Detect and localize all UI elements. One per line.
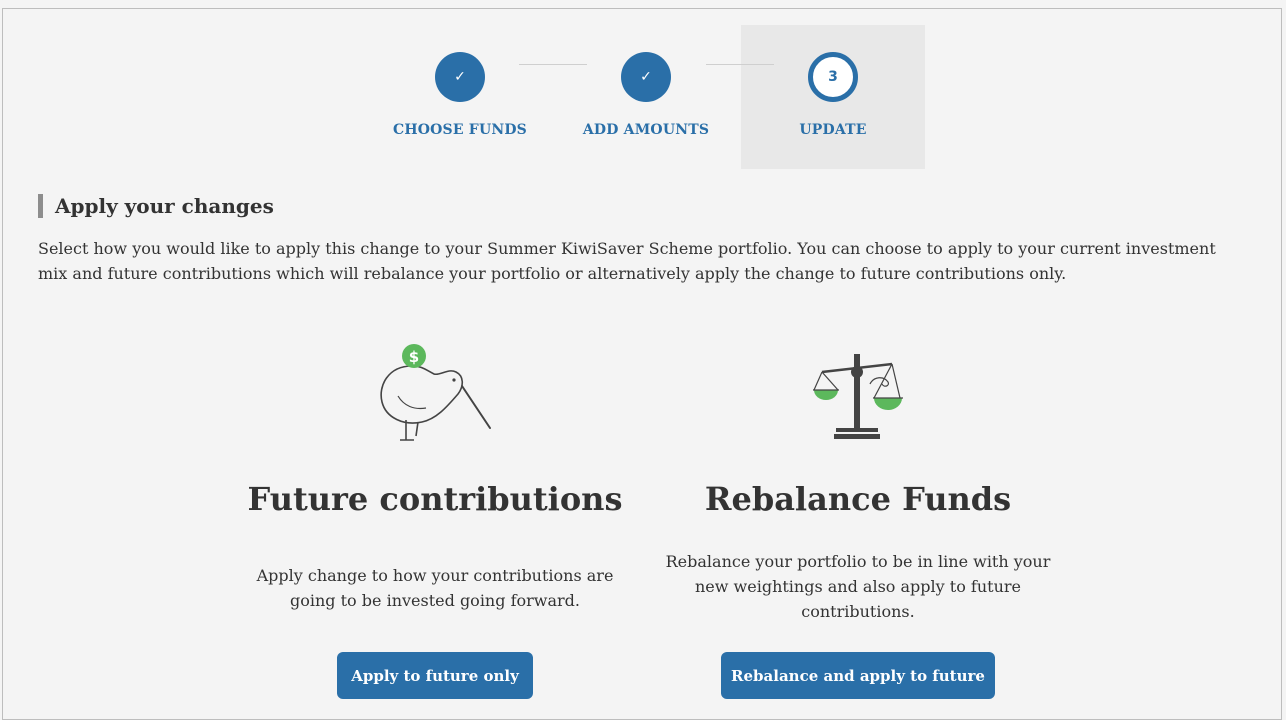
step-number: 3 xyxy=(808,52,858,102)
svg-text:$: $ xyxy=(409,348,419,366)
option-description: Apply change to how your contributions a… xyxy=(256,566,614,610)
step-choose-funds[interactable]: ✓ CHOOSE FUNDS xyxy=(367,52,553,138)
step-label: ADD AMOUNTS xyxy=(582,122,710,138)
section-title: Apply your changes xyxy=(38,194,274,218)
progress-stepper: ✓ CHOOSE FUNDS ✓ ADD AMOUNTS 3 UPDATE xyxy=(0,0,1286,170)
option-title: Rebalance Funds xyxy=(704,480,1012,518)
balance-scale-icon xyxy=(813,354,903,439)
rebalance-and-apply-button[interactable]: Rebalance and apply to future xyxy=(721,652,995,699)
intro-text: Select how you would like to apply this … xyxy=(38,239,1216,283)
check-icon: ✓ xyxy=(621,52,671,102)
step-label: CHOOSE FUNDS xyxy=(392,122,527,138)
option-description: Rebalance your portfolio to be in line w… xyxy=(665,552,1051,621)
option-title: Future contributions xyxy=(247,480,623,518)
step-update: 3 UPDATE xyxy=(740,52,926,138)
step-add-amounts[interactable]: ✓ ADD AMOUNTS xyxy=(553,52,739,138)
step-label: UPDATE xyxy=(799,122,867,138)
check-icon: ✓ xyxy=(435,52,485,102)
kiwi-dollar-icon: $ xyxy=(380,344,491,441)
apply-future-only-button[interactable]: Apply to future only xyxy=(337,652,533,699)
